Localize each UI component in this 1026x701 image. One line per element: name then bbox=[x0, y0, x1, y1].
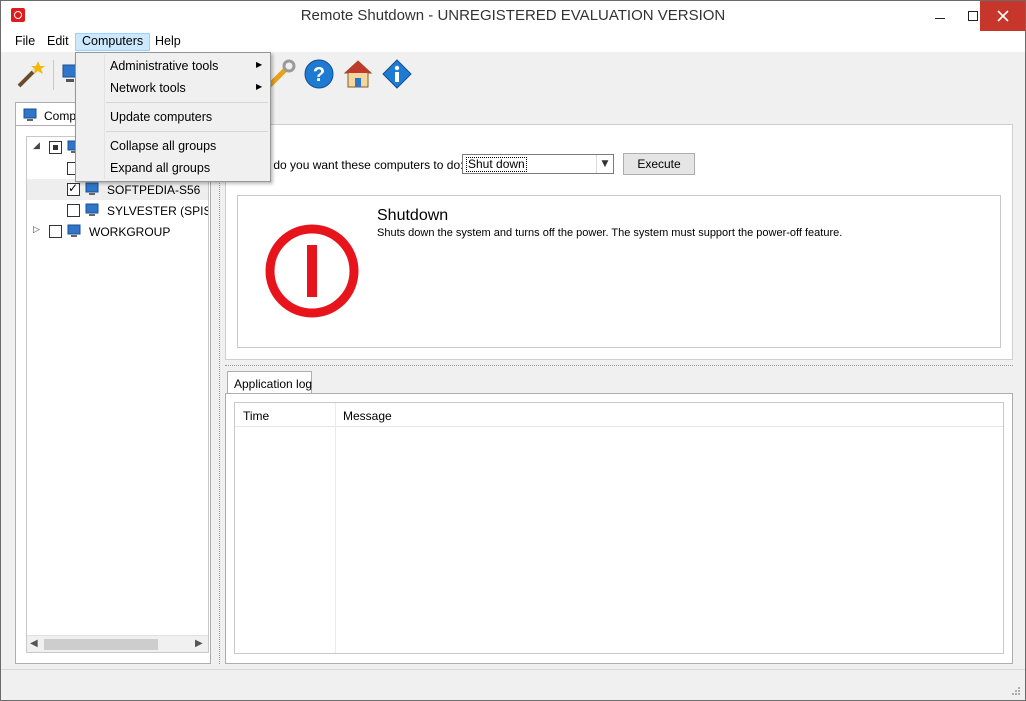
menu-item-label: Administrative tools bbox=[110, 59, 219, 73]
menu-item-update-computers[interactable]: Update computers bbox=[78, 106, 268, 128]
scroll-left-icon[interactable]: ◀ bbox=[30, 638, 38, 649]
menu-item-label: Update computers bbox=[110, 110, 213, 124]
action-select[interactable]: Shut down ▼ bbox=[462, 154, 614, 174]
group-checkbox[interactable] bbox=[49, 141, 62, 154]
toolbar-separator bbox=[53, 60, 54, 90]
log-header: Time Message bbox=[235, 403, 1003, 427]
column-header-message[interactable]: Message bbox=[343, 409, 392, 423]
resize-grip-icon[interactable] bbox=[1011, 686, 1021, 696]
menu-bar: File Edit Computers Help bbox=[1, 31, 1025, 52]
computer-icon bbox=[85, 182, 99, 195]
chevron-down-icon[interactable]: ▼ bbox=[596, 155, 613, 173]
expanded-icon[interactable]: ◢ bbox=[33, 141, 43, 153]
application-log-panel: Time Message bbox=[225, 393, 1013, 664]
horizontal-splitter[interactable] bbox=[225, 365, 1013, 366]
collapsed-icon[interactable]: ▷ bbox=[33, 225, 43, 237]
app-window: Remote Shutdown - UNREGISTERED EVALUATIO… bbox=[0, 0, 1026, 701]
action-select-value: Shut down bbox=[466, 157, 527, 172]
window-title: Remote Shutdown - UNREGISTERED EVALUATIO… bbox=[300, 7, 726, 24]
computers-tab-content: ◢ SOFTPEDIA-S56 SYLVESTER ( bbox=[15, 125, 211, 664]
help-icon[interactable]: ? bbox=[304, 59, 334, 89]
execute-button[interactable]: Execute bbox=[623, 153, 695, 175]
computer-checkbox[interactable] bbox=[67, 204, 80, 217]
tree-row-label: SYLVESTER (SPIS bbox=[107, 204, 209, 218]
wizard-icon[interactable] bbox=[15, 59, 45, 89]
action-title: Shutdown bbox=[377, 207, 449, 224]
column-divider bbox=[335, 403, 336, 653]
svg-text:?: ? bbox=[313, 64, 325, 86]
computer-icon bbox=[23, 108, 37, 121]
menu-separator bbox=[106, 102, 268, 103]
menu-item-collapse-all-groups[interactable]: Collapse all groups bbox=[78, 135, 268, 157]
menu-help[interactable]: Help bbox=[149, 33, 187, 51]
menu-file[interactable]: File bbox=[9, 33, 41, 51]
tree-row-label: SOFTPEDIA-S56 bbox=[107, 183, 201, 197]
minimize-icon bbox=[934, 18, 945, 19]
close-icon bbox=[996, 10, 1009, 22]
horizontal-scrollbar[interactable]: ◀ ▶ bbox=[27, 635, 208, 652]
log-list[interactable]: Time Message bbox=[234, 402, 1004, 654]
computers-menu-dropdown: Administrative tools ▶ Network tools ▶ U… bbox=[75, 52, 271, 182]
minimize-button[interactable] bbox=[923, 1, 956, 31]
action-description: Shuts down the system and turns off the … bbox=[377, 227, 843, 239]
computer-tree[interactable]: ◢ SOFTPEDIA-S56 SYLVESTER ( bbox=[26, 136, 209, 653]
menu-item-administrative-tools[interactable]: Administrative tools ▶ bbox=[78, 55, 268, 77]
close-button[interactable] bbox=[980, 1, 1025, 31]
tab-application-log[interactable]: Application log bbox=[227, 371, 312, 394]
computer-group-icon bbox=[67, 224, 81, 237]
scroll-right-icon[interactable]: ▶ bbox=[195, 638, 203, 649]
menu-item-network-tools[interactable]: Network tools ▶ bbox=[78, 77, 268, 99]
tree-group-row[interactable]: ▷ WORKGROUP bbox=[27, 221, 208, 242]
computers-panel: Compu ◢ SOFTPEDIA-S56 bbox=[11, 101, 211, 664]
tab-application-log-label: Application log bbox=[234, 377, 313, 391]
computer-icon bbox=[85, 203, 99, 216]
tree-computer-row[interactable]: SOFTPEDIA-S56 bbox=[27, 179, 208, 200]
menu-edit[interactable]: Edit bbox=[41, 33, 75, 51]
vertical-splitter[interactable] bbox=[219, 101, 222, 664]
power-icon bbox=[265, 224, 359, 318]
menu-separator bbox=[106, 131, 268, 132]
group-checkbox[interactable] bbox=[49, 225, 62, 238]
scroll-thumb[interactable] bbox=[44, 639, 158, 650]
info-icon[interactable] bbox=[382, 59, 412, 89]
maximize-icon bbox=[967, 11, 978, 21]
action-prompt: at do you want these computers to do: bbox=[260, 158, 464, 172]
tree-computer-row[interactable]: SYLVESTER (SPIS bbox=[27, 200, 208, 221]
menu-computers[interactable]: Computers bbox=[75, 33, 151, 51]
submenu-arrow-icon: ▶ bbox=[256, 60, 263, 69]
home-icon[interactable] bbox=[343, 59, 373, 89]
menu-item-label: Expand all groups bbox=[110, 161, 211, 175]
tree-row-label: WORKGROUP bbox=[89, 225, 171, 239]
menu-item-label: Collapse all groups bbox=[110, 139, 217, 153]
status-bar bbox=[1, 669, 1025, 700]
title-bar[interactable]: Remote Shutdown - UNREGISTERED EVALUATIO… bbox=[1, 1, 1025, 31]
action-panel: at do you want these computers to do: Sh… bbox=[225, 124, 1013, 360]
menu-item-expand-all-groups[interactable]: Expand all groups bbox=[78, 157, 268, 179]
submenu-arrow-icon: ▶ bbox=[256, 82, 263, 91]
column-header-time[interactable]: Time bbox=[243, 409, 269, 423]
menu-item-label: Network tools bbox=[110, 81, 186, 95]
computer-checkbox[interactable] bbox=[67, 181, 80, 196]
action-info-box: Shutdown Shuts down the system and turns… bbox=[237, 195, 1001, 348]
